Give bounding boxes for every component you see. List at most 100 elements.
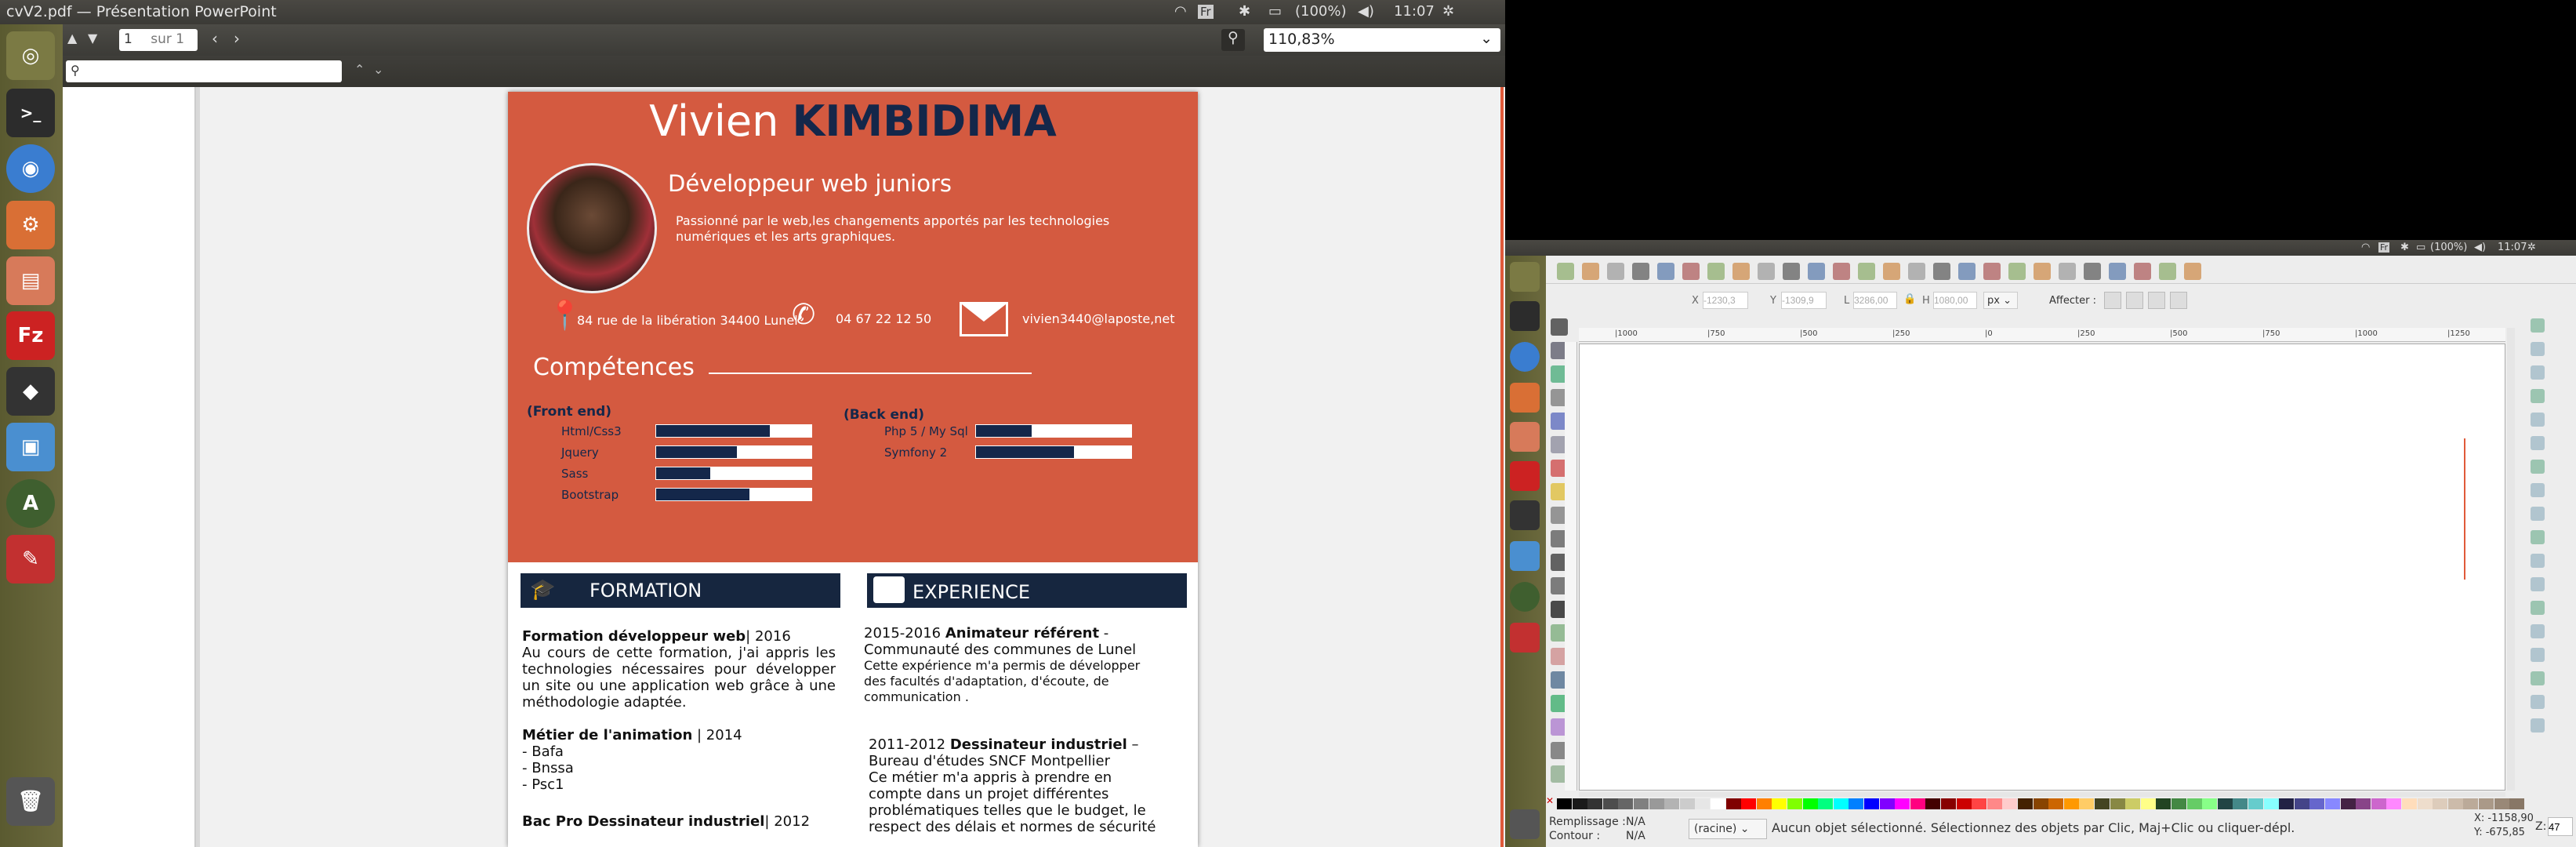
snap-toggle-icon[interactable]: [2531, 554, 2545, 568]
palette-swatch[interactable]: [2063, 798, 2079, 809]
group-icon[interactable]: [1983, 263, 2001, 280]
power-gear-icon[interactable]: ✲: [2527, 242, 2536, 253]
palette-swatch[interactable]: [1772, 798, 1787, 809]
battery-label[interactable]: (100%): [2430, 242, 2467, 253]
zoom-drawing-icon[interactable]: [1858, 263, 1875, 280]
snap-toggle-icon[interactable]: [2531, 601, 2545, 615]
snap-toggle-icon[interactable]: [2531, 413, 2545, 427]
palette-swatch[interactable]: [1849, 798, 1864, 809]
terminal-icon[interactable]: >_: [6, 89, 55, 137]
volume-icon[interactable]: ◀): [2474, 242, 2486, 253]
palette-swatch[interactable]: [1572, 798, 1587, 809]
snap-toggle-icon[interactable]: [2531, 483, 2545, 497]
palette-swatch[interactable]: [1818, 798, 1834, 809]
palette-swatch[interactable]: [1941, 798, 1956, 809]
palette-swatch[interactable]: [2325, 798, 2340, 809]
preferences-icon[interactable]: [2159, 263, 2176, 280]
snap-toggle-icon[interactable]: [2531, 530, 2545, 544]
palette-swatch[interactable]: [2309, 798, 2325, 809]
palette-swatch[interactable]: [1587, 798, 1603, 809]
unit-select[interactable]: px ⌄: [1983, 292, 2018, 309]
palette-swatch[interactable]: [2463, 798, 2479, 809]
duplicate-icon[interactable]: [1908, 263, 1925, 280]
battery-icon[interactable]: ▭: [2416, 242, 2425, 253]
zoom-select[interactable]: 110,83% ⌄: [1264, 28, 1500, 52]
snap-toggle-icon[interactable]: [2531, 577, 2545, 591]
find-next-icon[interactable]: ⌄: [373, 62, 383, 77]
settings-icon[interactable]: [1510, 383, 1540, 413]
inkscape-icon[interactable]: [1510, 500, 1540, 530]
palette-swatch[interactable]: [2279, 798, 2295, 809]
next-page-icon[interactable]: ›: [234, 29, 240, 48]
cut-icon[interactable]: [1783, 263, 1800, 280]
palette-swatch[interactable]: [2509, 798, 2525, 809]
palette-swatch[interactable]: [2433, 798, 2448, 809]
copy-icon[interactable]: [1758, 263, 1775, 280]
chromium-icon[interactable]: ◉: [6, 144, 55, 193]
palette-swatch[interactable]: [2156, 798, 2171, 809]
drawing-canvas[interactable]: [1579, 344, 2505, 791]
palette-swatch[interactable]: [2048, 798, 2064, 809]
paste-icon[interactable]: [1808, 263, 1825, 280]
file-manager-icon[interactable]: [1510, 422, 1540, 452]
bluetooth-icon[interactable]: ✱: [1239, 3, 1250, 20]
software-updater-icon[interactable]: [1510, 582, 1540, 612]
trash-icon[interactable]: 🗑: [6, 777, 55, 826]
palette-swatch[interactable]: [1910, 798, 1925, 809]
zoom-field[interactable]: [2548, 817, 2573, 836]
layers-icon[interactable]: [2084, 263, 2101, 280]
palette-swatch[interactable]: [2447, 798, 2463, 809]
scroll-indicator[interactable]: [1500, 87, 1504, 847]
snap-toggle-icon[interactable]: [2531, 365, 2545, 380]
inkscape-icon[interactable]: ◆: [6, 367, 55, 416]
palette-swatch[interactable]: [2079, 798, 2095, 809]
snap-toggle-icon[interactable]: [2531, 695, 2545, 709]
zoom-page-icon[interactable]: [1883, 263, 1900, 280]
selector-tool-icon[interactable]: [1551, 318, 1568, 336]
snap-toggle-icon[interactable]: [2531, 318, 2545, 333]
open-icon[interactable]: [1582, 263, 1599, 280]
palette-swatch[interactable]: [1679, 798, 1695, 809]
volume-icon[interactable]: ◀): [1358, 3, 1374, 20]
snap-toggle-icon[interactable]: [2531, 342, 2545, 356]
search-toggle-icon[interactable]: ⚲: [1221, 29, 1245, 51]
palette-swatch[interactable]: [1725, 798, 1741, 809]
clone-icon[interactable]: [1933, 263, 1950, 280]
print-icon[interactable]: [1632, 263, 1649, 280]
search-next-icon[interactable]: ▼: [88, 31, 97, 45]
palette-swatch[interactable]: [2294, 798, 2309, 809]
palette-swatch[interactable]: [1557, 798, 1572, 809]
palette-swatch[interactable]: [1618, 798, 1634, 809]
power-gear-icon[interactable]: ✲: [1442, 3, 1454, 20]
import-icon[interactable]: [1657, 263, 1674, 280]
palette-swatch[interactable]: [1986, 798, 2002, 809]
file-manager-icon[interactable]: ▤: [6, 256, 55, 305]
palette-swatch[interactable]: [1649, 798, 1664, 809]
text-font-icon[interactable]: [2059, 263, 2076, 280]
palette-swatch[interactable]: [2140, 798, 2156, 809]
snap-toggle-icon[interactable]: [2531, 624, 2545, 638]
palette-swatch[interactable]: [1602, 798, 1618, 809]
palette-swatch[interactable]: [1864, 798, 1879, 809]
snap-toggle-icon[interactable]: [2531, 648, 2545, 662]
palette-swatch[interactable]: [1925, 798, 1941, 809]
unlink-clone-icon[interactable]: [1958, 263, 1976, 280]
snap-toggle-icon[interactable]: [2531, 460, 2545, 474]
layer-select[interactable]: (racine) ⌄: [1689, 819, 1767, 839]
palette-swatch[interactable]: [1833, 798, 1849, 809]
palette-swatch[interactable]: [2340, 798, 2356, 809]
width-field[interactable]: [1853, 292, 1897, 309]
snap-toggle-icon[interactable]: [2531, 718, 2545, 732]
palette-swatch[interactable]: [2018, 798, 2033, 809]
palette-swatch[interactable]: [1895, 798, 1910, 809]
snap-toggle-icon[interactable]: [2531, 671, 2545, 685]
palette-swatch[interactable]: [2233, 798, 2248, 809]
affect-corners-toggle[interactable]: [2126, 292, 2143, 309]
affect-gradient-toggle[interactable]: [2148, 292, 2165, 309]
filezilla-icon[interactable]: Fz: [6, 311, 55, 360]
fill-stroke-icon[interactable]: [2034, 263, 2051, 280]
battery-icon[interactable]: ▭: [1268, 3, 1282, 20]
virtualbox-icon[interactable]: [1510, 541, 1540, 571]
battery-label[interactable]: (100%): [1295, 3, 1347, 20]
virtualbox-icon[interactable]: ▣: [6, 423, 55, 471]
